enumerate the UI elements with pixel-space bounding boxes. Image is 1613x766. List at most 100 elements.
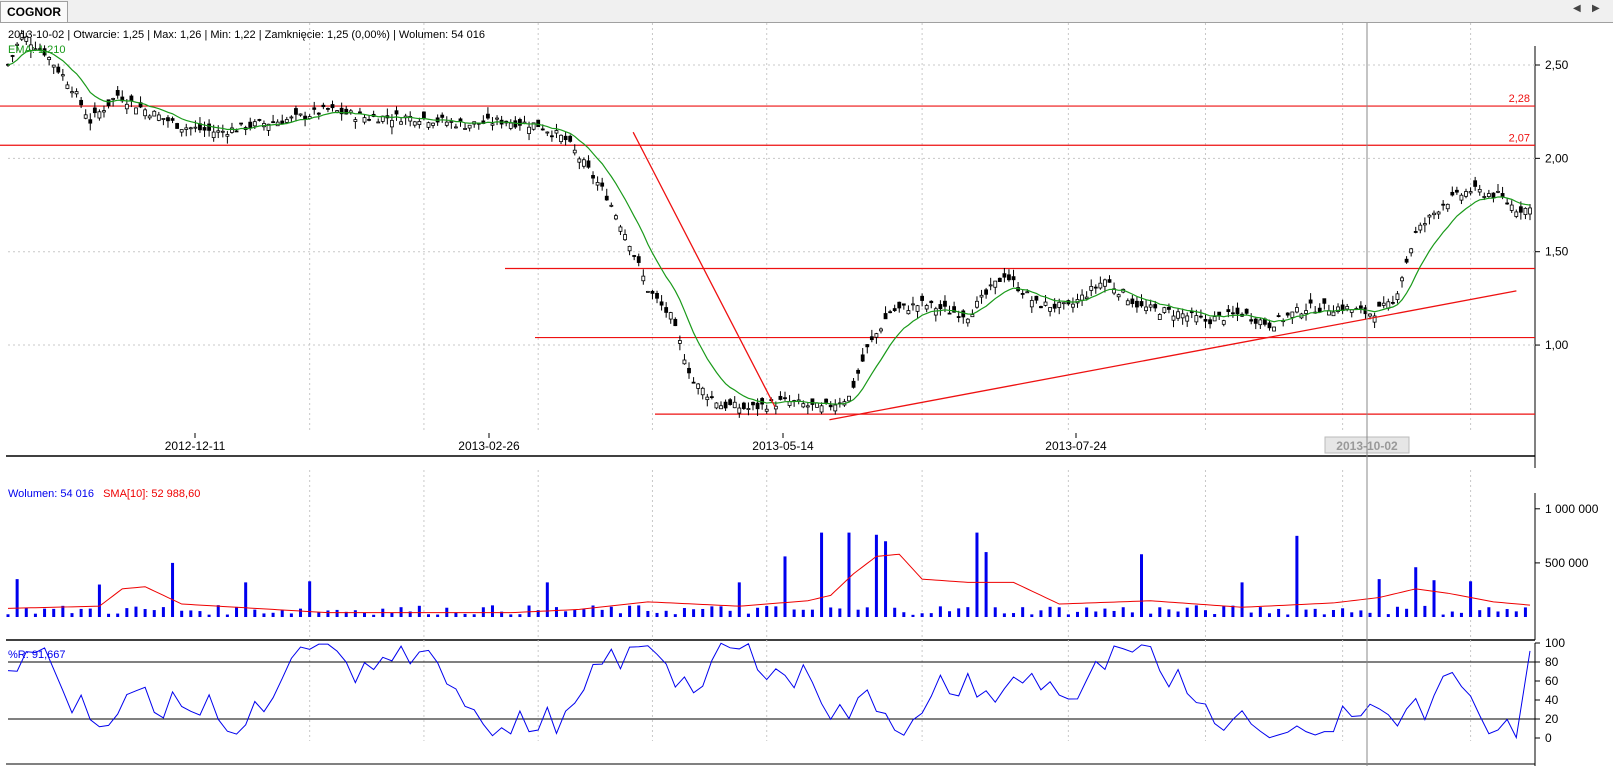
volume-bar: [1313, 608, 1317, 617]
candle-body: [1450, 191, 1455, 196]
volume-bar: [664, 610, 668, 617]
volume-bar: [1103, 608, 1107, 617]
volume-bar: [737, 582, 741, 617]
tab-cognor[interactable]: COGNOR: [0, 1, 68, 22]
volume-bar: [1066, 614, 1070, 617]
volume-bar: [865, 607, 869, 617]
candle-body: [1157, 314, 1162, 320]
volume-bar: [198, 611, 202, 617]
candle-body: [1482, 196, 1487, 198]
volume-bar: [225, 614, 229, 617]
candle-body: [1276, 315, 1281, 317]
triangle-right-icon[interactable]: ▶: [1592, 3, 1600, 14]
volume-bar: [88, 608, 92, 617]
ohlc-info: 2013-10-02 | Otwarcie: 1,25 | Max: 1,26 …: [8, 29, 485, 41]
candle-body: [1103, 279, 1107, 287]
volume-bar: [161, 607, 165, 617]
candle-body: [179, 129, 184, 133]
volume-bar: [244, 582, 248, 617]
volume-bar: [1331, 609, 1335, 617]
candle-body: [572, 149, 577, 154]
candle-body: [700, 387, 705, 396]
candle-body: [115, 90, 120, 96]
triangle-left-icon[interactable]: ◀: [1573, 3, 1581, 14]
candle-body: [1381, 302, 1386, 306]
candle-body: [741, 402, 746, 409]
candle-body: [202, 127, 207, 131]
candle-body: [230, 127, 234, 133]
candle-body: [1518, 206, 1523, 213]
volume-bar: [1487, 607, 1491, 617]
candle-body: [595, 182, 600, 186]
volume-bar: [975, 532, 979, 617]
volume-bar: [107, 613, 111, 617]
volume-bar: [518, 614, 522, 617]
sma-polyline: [7, 553, 1531, 614]
date-label: 2013-02-26: [458, 439, 520, 453]
candle-body: [463, 128, 467, 130]
candle-body: [751, 401, 755, 406]
volume-bar: [390, 612, 394, 617]
wr-legend: %R: 91,667: [8, 649, 66, 661]
candle-body: [1048, 307, 1052, 312]
volume-bar: [1368, 612, 1372, 617]
candle-body: [207, 123, 212, 131]
candle-body: [1144, 306, 1148, 312]
candle-body: [303, 115, 307, 120]
volume-bar: [1258, 607, 1262, 617]
volume-bar: [490, 605, 494, 617]
candle-body: [1052, 303, 1057, 309]
volume-bar: [1304, 609, 1308, 617]
candle-body: [454, 126, 458, 129]
candle-body: [321, 104, 326, 108]
candle-body: [805, 405, 810, 408]
volume-bar: [719, 606, 723, 617]
volume-bar: [948, 611, 952, 617]
volume-bar: [618, 613, 622, 617]
volume-bar: [1076, 611, 1080, 617]
ema-label: EMA: 1,210: [8, 44, 66, 56]
candle-body: [613, 215, 618, 220]
volume-bar: [984, 552, 988, 617]
volume-bar: [1158, 607, 1162, 617]
volume-bar: [838, 608, 842, 617]
candle-body: [444, 121, 449, 126]
candle-body: [897, 301, 902, 309]
volume-bar: [1185, 607, 1189, 617]
volume-bar: [1350, 612, 1354, 617]
volume-bar: [1002, 613, 1006, 617]
candle-body: [618, 226, 623, 232]
candle-body: [1180, 313, 1185, 319]
volume-bar: [1386, 614, 1390, 617]
candle-body: [1468, 191, 1473, 194]
candle-body: [997, 277, 1002, 283]
candle-body: [1002, 273, 1007, 278]
candle-body: [422, 111, 426, 119]
candle-body: [1130, 298, 1135, 305]
volume-bar: [134, 606, 138, 617]
candle-body: [326, 108, 330, 110]
volume-bar: [235, 606, 239, 617]
candle-body: [1167, 306, 1171, 310]
candle-body: [901, 303, 906, 306]
candle-body: [1253, 318, 1258, 324]
candle-body: [874, 333, 879, 338]
candle-body: [655, 292, 659, 299]
volume-bar: [116, 613, 120, 617]
candle-body: [1093, 286, 1098, 289]
volume-bar: [820, 532, 824, 617]
volume-bar: [363, 612, 367, 617]
candle-body: [518, 119, 522, 126]
volume-axis-ticks: 1 000 000 500 000: [1535, 502, 1599, 570]
volume-bar: [1231, 605, 1235, 617]
chart-area[interactable]: 2,28 2,07 2,50 2,00 1,50 1,00 2012-12-11 2013…: [0, 23, 1613, 766]
candle-body: [1208, 319, 1212, 325]
volume-bar: [902, 612, 906, 617]
volume-bar: [756, 607, 760, 617]
candle-body: [376, 121, 381, 124]
candle-body: [632, 255, 637, 257]
volume-bar: [1441, 614, 1445, 617]
volume-bar: [1322, 614, 1326, 617]
volume-bar: [874, 534, 878, 617]
volume-bar: [692, 609, 696, 617]
